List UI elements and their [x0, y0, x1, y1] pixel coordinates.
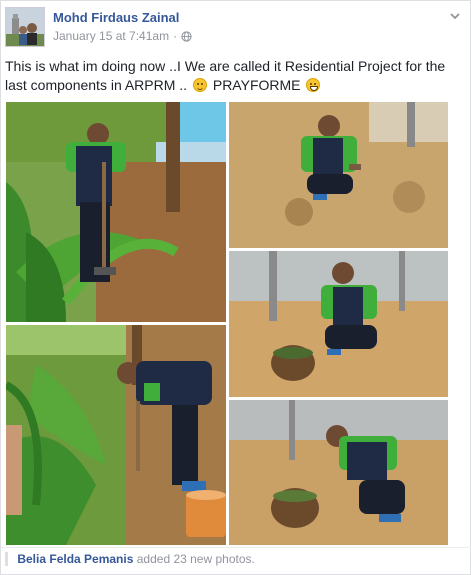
photo-5[interactable]	[229, 400, 448, 545]
footer-text: added 23 new photos.	[136, 552, 255, 566]
meta-separator: ·	[173, 29, 178, 43]
smile-emoji-icon	[192, 78, 207, 92]
globe-icon	[181, 30, 192, 42]
photo-3[interactable]	[229, 251, 448, 397]
photo-2[interactable]	[229, 102, 448, 248]
photo-1[interactable]	[6, 102, 226, 322]
footer-accent-bar	[5, 552, 8, 566]
post-footer: Belia Felda Pemanis added 23 new photos.	[5, 552, 255, 566]
avatar[interactable]	[5, 7, 45, 47]
chevron-down-icon[interactable]	[448, 9, 462, 23]
post-message: This is what im doing now ..I We are cal…	[5, 57, 468, 95]
footer-author-link[interactable]: Belia Felda Pemanis	[17, 552, 133, 566]
author-name[interactable]: Mohd Firdaus Zainal	[53, 10, 179, 25]
facebook-post: Mohd Firdaus Zainal January 15 at 7:41am…	[0, 0, 471, 575]
photo-4[interactable]	[6, 325, 226, 545]
post-meta: January 15 at 7:41am ·	[53, 29, 192, 43]
post-timestamp[interactable]: January 15 at 7:41am	[53, 29, 169, 43]
grin-emoji-icon	[306, 78, 321, 92]
message-hashtag: PRAYFORME	[212, 77, 301, 93]
footer-divider	[1, 547, 471, 548]
